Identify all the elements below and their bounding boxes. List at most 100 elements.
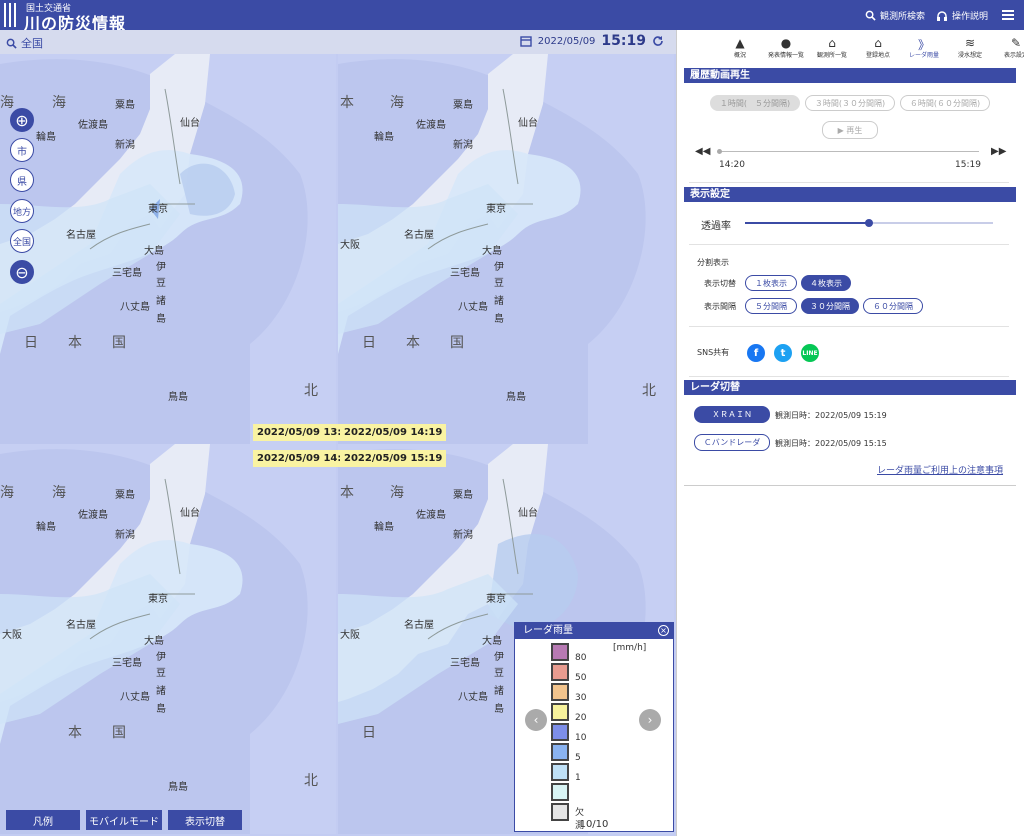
area-selector[interactable]: 全国: [6, 35, 43, 51]
plus-icon: ⊕: [15, 110, 29, 130]
range-1h-button[interactable]: １時間( ５分間隔): [710, 95, 800, 111]
place-label: 佐渡島: [416, 510, 446, 521]
tab-announcements[interactable]: ● 発表情報一覧: [763, 36, 809, 59]
place-label: 大島: [482, 246, 502, 257]
close-icon[interactable]: ×: [658, 625, 669, 636]
legend-item-20: 20: [551, 703, 586, 723]
station-search-button[interactable]: 観測所検索: [865, 9, 925, 22]
place-label: 伊: [156, 262, 166, 273]
map-panel-1[interactable]: 海 海 粟島 佐渡島 仙台 輪島 新潟 東京 名古屋 大島 三宅島 伊 豆 諸 …: [0, 54, 336, 444]
place-label: 佐渡島: [78, 120, 108, 131]
tab-radar[interactable]: 》レーダ雨量: [901, 36, 947, 59]
map-panel-3[interactable]: 海 海 粟島 佐渡島 仙台 輪島 新潟 東京 名古屋 大阪 大島 三宅島 伊 豆…: [0, 444, 336, 834]
timeline-slider[interactable]: [719, 151, 979, 152]
legend-value: 1: [575, 773, 581, 783]
date-display[interactable]: 2022/05/09 15:19: [520, 33, 664, 49]
legend-item-80: 80: [551, 643, 586, 663]
place-label: 輪島: [36, 132, 56, 143]
zoom-nationwide-button[interactable]: 全国: [10, 229, 34, 253]
radar-notice-link[interactable]: レーダ雨量ご利用上の注意事項: [877, 463, 1003, 476]
legend-swatch: [551, 703, 569, 721]
interval-60min-button[interactable]: ６０分間隔: [863, 298, 923, 314]
timeline-start: 14:20: [719, 160, 745, 170]
line-icon[interactable]: LINE: [801, 344, 819, 362]
tab-label: レーダ雨量: [908, 52, 939, 59]
place-label: 三宅島: [112, 268, 142, 279]
zoom-prefecture-button[interactable]: 県: [10, 168, 34, 192]
tab-flood[interactable]: ≋ 浸水想定: [947, 36, 993, 59]
single-view-button[interactable]: １枚表示: [745, 275, 797, 291]
place-label: 豆: [156, 668, 166, 679]
quad-view-button[interactable]: ４枚表示: [801, 275, 851, 291]
area-label: 全国: [21, 37, 43, 50]
place-label: 伊: [156, 652, 166, 663]
help-button[interactable]: 操作説明: [936, 9, 988, 22]
range-3h-button[interactable]: ３時間(３０分間隔): [805, 95, 895, 111]
display-switch-button[interactable]: 表示切替: [168, 810, 242, 830]
sea-label: 日: [362, 725, 376, 741]
switch-label: 表示切替: [704, 279, 736, 288]
headset-icon: [937, 10, 947, 21]
place-label: 新潟: [115, 140, 135, 151]
refresh-icon[interactable]: [652, 35, 664, 47]
rewind-icon[interactable]: ◀◀: [695, 146, 710, 157]
xrain-time: 観測日時：2022/05/09 15:19: [775, 411, 887, 420]
twitter-icon[interactable]: t: [774, 344, 792, 362]
divider: [684, 485, 1016, 486]
hamburger-menu-icon[interactable]: [1002, 10, 1014, 20]
tab-label: 表示設定: [1003, 52, 1024, 59]
zoom-city-button[interactable]: 市: [10, 138, 34, 162]
play-button[interactable]: ▶ 再生: [822, 121, 878, 139]
tab-settings[interactable]: ✎ 表示設定: [993, 36, 1024, 59]
tab-label: 観測所一覧: [816, 52, 847, 59]
chevron-left-icon[interactable]: ‹: [525, 709, 547, 731]
sns-label: SNS共有: [697, 348, 730, 357]
sea-label: 海: [390, 95, 404, 111]
place-label: 名古屋: [404, 230, 434, 241]
sea-label: 北: [304, 383, 318, 399]
forward-icon[interactable]: ▶▶: [991, 146, 1006, 157]
divider: [689, 182, 1009, 183]
history-section-title: 履歴動画再生: [684, 68, 1016, 83]
logo-icon: [4, 3, 18, 27]
legend-swatch: [551, 683, 569, 701]
station-icon: ⌂: [828, 36, 836, 50]
tab-stations[interactable]: ⌂ 観測所一覧: [809, 36, 855, 59]
chevron-right-icon[interactable]: ›: [639, 709, 661, 731]
tab-overview[interactable]: ▲ 概況: [717, 36, 763, 59]
place-label: 佐渡島: [78, 510, 108, 521]
interval-30min-button[interactable]: ３０分間隔: [801, 298, 859, 314]
zoom-out-button[interactable]: ⊖: [10, 260, 34, 284]
zoom-in-button[interactable]: ⊕: [10, 108, 34, 132]
legend-swatch: [551, 723, 569, 741]
sea-label: 海: [52, 485, 66, 501]
legend-swatch: [551, 763, 569, 781]
facebook-icon[interactable]: f: [747, 344, 765, 362]
legend-button[interactable]: 凡例: [6, 810, 80, 830]
sea-label: 日: [24, 335, 38, 351]
timeline-end: 15:19: [955, 160, 981, 170]
mobile-mode-button[interactable]: モバイルモード: [86, 810, 162, 830]
cband-button[interactable]: Ｃバンドレーダ: [694, 434, 770, 451]
legend-item-10: 10: [551, 723, 586, 743]
xrain-button[interactable]: ＸＲＡＩＮ: [694, 406, 770, 423]
divider: [689, 326, 1009, 327]
opacity-slider[interactable]: [745, 219, 993, 227]
play-label: 再生: [846, 125, 863, 135]
opacity-slider-thumb[interactable]: [865, 219, 873, 227]
map-panel-2[interactable]: 本 海 粟島 佐渡島 仙台 輪島 新潟 東京 名古屋 大阪 大島 三宅島 伊 豆…: [338, 54, 674, 444]
interval-5min-button[interactable]: ５分間隔: [745, 298, 797, 314]
place-label: 仙台: [518, 508, 538, 519]
legend-header: レーダ雨量 ×: [515, 623, 673, 639]
legend-swatch: [551, 743, 569, 761]
place-label: 名古屋: [66, 230, 96, 241]
place-label: 豆: [156, 278, 166, 289]
place-label: 粟島: [115, 490, 135, 501]
place-label: 大阪: [2, 630, 22, 641]
zoom-region-button[interactable]: 地方: [10, 199, 34, 223]
calendar-icon[interactable]: [520, 35, 532, 47]
timeline-handle[interactable]: [717, 149, 722, 154]
range-6h-button[interactable]: ６時間(６０分間隔): [900, 95, 990, 111]
side-panel: ▲ 概況 ● 発表情報一覧 ⌂ 観測所一覧 ⌂ 登録地点 》レーダ雨量 ≋ 浸水想定 ✎ 表…: [676, 30, 1024, 836]
tab-registered[interactable]: ⌂ 登録地点: [855, 36, 901, 59]
